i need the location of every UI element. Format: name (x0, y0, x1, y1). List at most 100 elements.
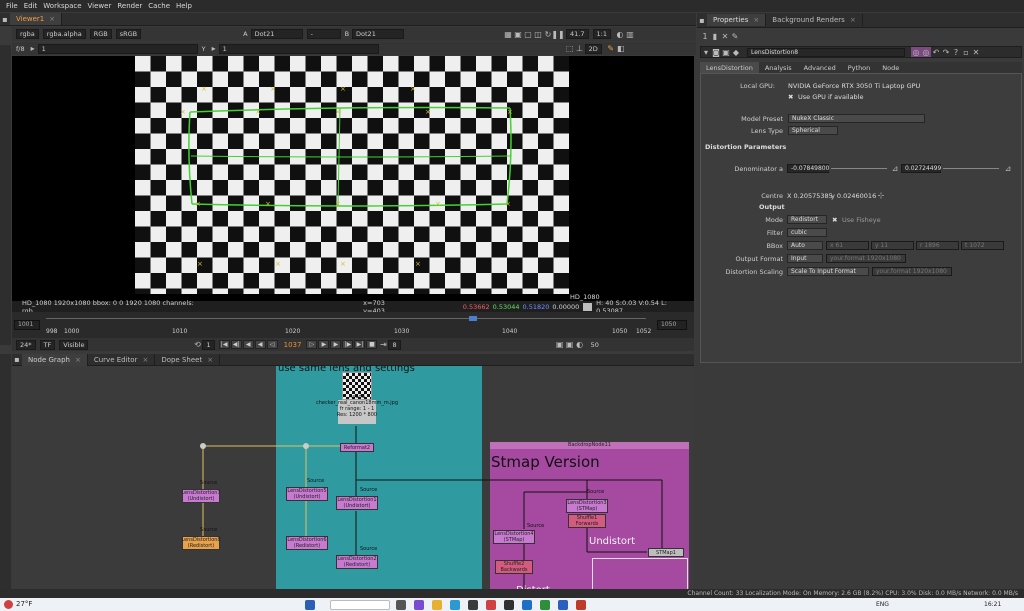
tf-dropdown[interactable]: TF (39, 339, 56, 350)
node-icon[interactable]: ◙ (711, 47, 721, 57)
tab-advanced[interactable]: Advanced (798, 62, 842, 73)
bbox-r-field[interactable]: r 1896 (916, 241, 959, 250)
step-fwd-button[interactable]: ▷ (306, 340, 318, 349)
bbox-t-field[interactable]: t 1072 (961, 241, 1004, 250)
stop-button[interactable]: ■ (366, 340, 378, 349)
outlook-icon[interactable] (522, 600, 532, 610)
clock[interactable]: 16:21 (984, 601, 1001, 608)
timeline-start[interactable]: 1001 (14, 320, 40, 330)
wipe-icon[interactable]: ◧ (616, 44, 626, 54)
tab-analysis[interactable]: Analysis (759, 62, 798, 73)
teams-icon[interactable] (414, 600, 424, 610)
tab-properties[interactable]: Properties × (707, 14, 767, 26)
distortion-scaling-dropdown[interactable]: Scale To Input Format (787, 267, 869, 276)
nuke-icon[interactable] (504, 600, 514, 610)
stmap1-node[interactable]: STMap1 (648, 548, 684, 557)
excel-icon[interactable] (540, 600, 550, 610)
centre-picker-icon[interactable]: ⊹ (876, 190, 886, 200)
powerpoint-icon[interactable] (576, 600, 586, 610)
close-icon[interactable]: × (753, 16, 759, 24)
bbox-x-field[interactable]: x 61 (826, 241, 869, 250)
tab-background-renders[interactable]: Background Renders × (766, 14, 863, 26)
current-frame[interactable]: 1037 (284, 341, 302, 349)
prev-key-button[interactable]: ◀| (230, 340, 242, 349)
bounce-icon[interactable]: ◐ (575, 340, 585, 350)
centre-y[interactable]: y 0.02460016 (831, 192, 876, 200)
compare-op-dropdown[interactable]: - (306, 29, 341, 39)
lensdistortion2-node[interactable]: LensDistortion2 (Redistort) (336, 555, 378, 569)
visible-dropdown[interactable]: Visible (59, 339, 89, 350)
pane-menu-icon[interactable]: ▪ (0, 14, 10, 24)
use-gpu-checkbox[interactable]: ✖ (788, 93, 793, 101)
menu-cache[interactable]: Cache (148, 2, 170, 10)
menu-file[interactable]: File (6, 2, 18, 10)
grid-icon[interactable]: ▣ (513, 29, 523, 39)
output-format-dropdown[interactable]: Input (787, 254, 823, 263)
next-key-button[interactable]: |▶ (342, 340, 354, 349)
color-icon[interactable]: ◎ (911, 47, 921, 57)
view-icon[interactable]: ▣ (721, 47, 731, 57)
close-icon[interactable]: × (75, 356, 81, 364)
lensdistortion6-node[interactable]: LensDistortion6 (Redistort) (286, 536, 328, 550)
close-icon[interactable]: × (207, 356, 213, 364)
close-icon[interactable]: × (850, 16, 856, 24)
restore-icon[interactable]: ▫ (961, 47, 971, 57)
step-field[interactable]: 1 (202, 339, 215, 350)
lut-dropdown[interactable]: sRGB (115, 29, 142, 39)
lensdistortion5-node[interactable]: LensDistortion5 (Undistort) (286, 487, 328, 501)
lensdistortion8-node[interactable]: LensDistortion8 (Redistort) (181, 536, 221, 550)
word-icon[interactable] (558, 600, 568, 610)
output-format-value[interactable]: your.format 1920x1080 (826, 254, 906, 263)
frame-field[interactable]: 1 (37, 43, 198, 54)
timeline[interactable]: 1001 998 1000 1010 1020 1030 1040 1050 1… (12, 312, 694, 338)
timeline-end[interactable]: 1050 (657, 320, 687, 330)
skip-icon[interactable]: ⇥ (378, 340, 388, 350)
menu-viewer[interactable]: Viewer (88, 2, 112, 10)
gain-field[interactable]: 41.7 (566, 29, 589, 39)
distortion-scaling-value[interactable]: your.format 1920x1080 (872, 267, 952, 276)
alpha-dropdown[interactable]: rgba.alpha (42, 29, 86, 39)
colorspace-dropdown[interactable]: RGB (89, 29, 112, 39)
brush-icon[interactable]: ✎ (606, 44, 616, 54)
node-name-field[interactable]: LensDistortion8 (747, 47, 905, 57)
lensdistortion3-node[interactable]: LensDistortion3 (STMap) (566, 499, 608, 513)
prev-frame-button[interactable]: ◀ (242, 340, 254, 349)
start-icon[interactable] (305, 600, 315, 610)
pane-menu-icon[interactable]: ▪ (697, 15, 707, 25)
fps-dropdown[interactable]: 24* (16, 339, 36, 350)
tab-viewer1[interactable]: Viewer1 × (10, 13, 63, 25)
inc-field[interactable]: 8 (388, 339, 401, 350)
language-indicator[interactable]: ENG (876, 601, 889, 608)
centre-x[interactable]: X 0.20575385 (787, 192, 833, 200)
clip-icon[interactable]: ◫ (533, 29, 543, 39)
shuffle2-node[interactable]: Shuffle2 Backwards (495, 560, 533, 574)
bookmark-icon[interactable]: ◆ (731, 47, 741, 57)
lock-icon[interactable]: ▮ (710, 31, 720, 41)
roi-icon[interactable]: ▢ (523, 29, 533, 39)
bbox-y-field[interactable]: y 11 (871, 241, 914, 250)
max-panels-field-icon[interactable]: 1 (700, 31, 710, 41)
bbox-dropdown[interactable]: Auto (787, 241, 823, 250)
lensdistortion7-node[interactable]: LensDistortion7 (Undistort) (181, 489, 221, 503)
tab-dope-sheet[interactable]: Dope Sheet × (155, 353, 221, 366)
reformat-node[interactable]: Reformat2 (340, 443, 374, 452)
channels-dropdown[interactable]: rgba (16, 29, 39, 39)
search-box[interactable] (330, 600, 390, 610)
close-icon[interactable]: × (142, 356, 148, 364)
tab-node-graph[interactable]: Node Graph × (22, 353, 88, 366)
y-field[interactable]: 1 (218, 43, 379, 54)
taskview-icon[interactable] (396, 600, 406, 610)
play-button[interactable]: ▶ (318, 340, 330, 349)
menu-render[interactable]: Render (117, 2, 142, 10)
store-icon[interactable] (468, 600, 478, 610)
tab-node[interactable]: Node (876, 62, 905, 73)
menu-workspace[interactable]: Workspace (43, 2, 81, 10)
pin-icon[interactable]: ✎ (730, 31, 740, 41)
y-arrow-icon[interactable]: ▸ (209, 44, 219, 54)
viewer-split-icon[interactable]: ⊥ (575, 44, 585, 54)
denominator-a-field[interactable]: -0.07849800 (787, 164, 829, 173)
out-icon[interactable]: ▣ (565, 340, 575, 350)
tab-lensdistortion[interactable]: LensDistortion (700, 62, 759, 73)
lensdistortion1-node[interactable]: LensDistortion1 (Undistort) (336, 496, 378, 510)
undo-icon[interactable]: ↶ (931, 47, 941, 57)
